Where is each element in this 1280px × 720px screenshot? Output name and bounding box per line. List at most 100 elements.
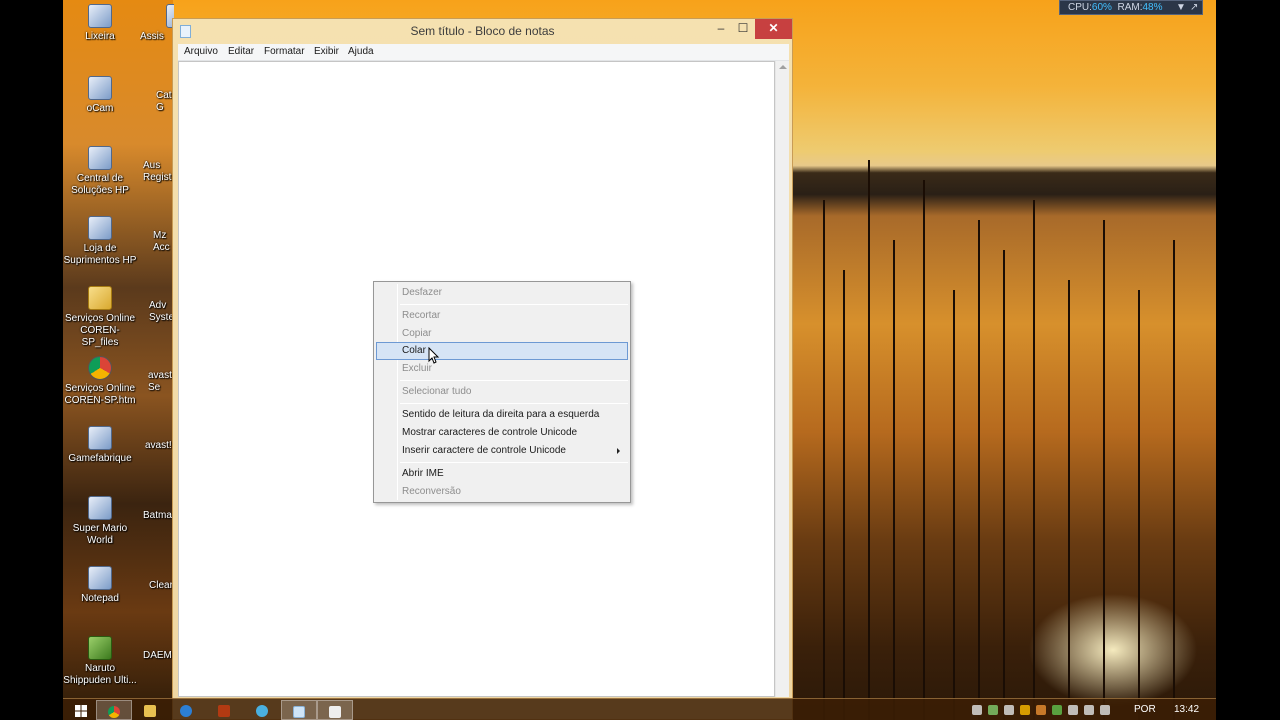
taskbar-notepad[interactable] [281,700,317,720]
ctx-item-copiar[interactable]: Copiar [376,325,628,343]
menu-separator [400,380,628,381]
desktop-icon-label: Assis [140,31,164,42]
task-icon [329,705,341,718]
desktop-icon-hp-supplies[interactable]: Loja de Suprimentos HP [62,216,138,267]
desktop-icon-label: avast! [145,440,172,451]
minimize-button[interactable]: – [711,19,731,39]
context-menu: Desfazer Recortar Copiar Colar Excluir S… [373,281,631,503]
system-tray: POR 13:42 [966,699,1216,720]
hp-solution-center-icon [88,146,112,170]
taskbar-ie[interactable] [168,700,204,720]
scroll-up-icon[interactable] [779,65,787,69]
taskbar-media-center[interactable] [244,700,280,720]
naruto-icon [88,636,112,660]
menu-separator [400,403,628,404]
ctx-item-rtl-reading[interactable]: Sentido de leitura da direita para a esq… [376,406,628,424]
desktop-icon-recycle-bin[interactable]: Lixeira [62,4,138,43]
desktop-icon-hp-solution-center[interactable]: Central de Soluções HP [62,146,138,197]
desktop-icon-label: oCam [86,103,114,114]
language-indicator[interactable]: POR [1134,704,1156,715]
ctx-item-excluir[interactable]: Excluir [376,360,628,378]
desktop-icon-partial[interactable]: Clear [149,580,173,592]
desktop-icon-label: Lixeira [85,31,115,42]
ctx-item-selecionar-tudo[interactable]: Selecionar tudo [376,383,628,401]
file-explorer-icon [144,704,156,717]
flag-icon[interactable] [1084,705,1094,715]
dropdown-arrow-icon[interactable]: ▼ [1176,1,1186,14]
signal-icon[interactable] [1068,705,1078,715]
title-bar[interactable]: Sem título - Bloco de notas – ☐ ✕ [173,19,792,44]
window-title: Sem título - Bloco de notas [410,24,555,38]
close-button[interactable]: ✕ [755,19,792,39]
expand-icon[interactable]: ↗ [1190,1,1198,14]
windows-flag-icon[interactable] [972,705,982,715]
ctx-item-reconversao[interactable]: Reconversão [376,483,628,501]
desktop-icon-label: Cat G [156,90,172,113]
ocam-icon [88,76,112,100]
desktop-icon-partial[interactable]: avast! [145,440,173,452]
desktop-icon-label: Notepad [81,593,119,604]
desktop-icon-partial[interactable]: Assis [140,4,174,43]
menu-editar[interactable]: Editar [228,46,254,57]
desktop-icon-coren-folder[interactable]: Serviços Online COREN-SP_files [62,286,138,349]
desktop-icon-label: avast Se [148,370,172,393]
desktop-icon-label: Naruto Shippuden Ulti... [63,663,137,686]
menu-bar: Arquivo Editar Formatar Exibir Ajuda [178,44,789,61]
desktop-icon-gamefabrique[interactable]: Gamefabrique [62,426,138,465]
desktop-icon-naruto[interactable]: Naruto Shippuden Ulti... [62,636,138,687]
media-icon [218,704,230,717]
tray-app-icon[interactable] [988,705,998,715]
ie-icon [180,704,192,717]
maximize-button[interactable]: ☐ [733,19,753,39]
volume-icon[interactable] [1100,705,1110,715]
desktop-icon-label: Loja de Suprimentos HP [63,243,137,266]
desktop-icon-partial[interactable]: Aus Regist [143,160,173,184]
menu-exibir[interactable]: Exibir [314,46,339,57]
taskbar: POR 13:42 [63,698,1216,720]
ram-label: RAM: [1117,2,1143,13]
desktop-icon-notepad[interactable]: Notepad [62,566,138,605]
desktop-icon-label: Aus Regist [143,160,172,183]
desktop-icon-label: Adv Syste [149,300,173,323]
menu-formatar[interactable]: Formatar [264,46,305,57]
desktop-icon-super-mario-world[interactable]: Super Mario World [62,496,138,547]
ctx-item-insert-unicode[interactable]: Inserir caractere de controle Unicode [376,442,628,460]
safe-remove-icon[interactable] [1052,705,1062,715]
desktop-icon-partial[interactable]: Mz Acc [153,230,173,254]
ctx-item-label: Inserir caractere de controle Unicode [402,445,566,456]
desktop-icon-label: Gamefabrique [68,453,132,464]
taskbar-file-explorer[interactable] [132,700,168,720]
cpu-label: CPU: [1068,2,1092,13]
desktop-icon-partial[interactable]: Adv Syste [149,300,173,324]
submenu-arrow-icon [617,448,620,454]
desktop-icon-partial[interactable]: Batma [143,510,173,522]
desktop-icon-label: Clear [149,580,173,591]
ctx-item-abrir-ime[interactable]: Abrir IME [376,465,628,483]
chrome-tray-icon[interactable] [1020,705,1030,715]
mouse-cursor-icon [428,347,440,364]
menu-arquivo[interactable]: Arquivo [184,46,218,57]
desktop-icon-partial[interactable]: avast Se [148,370,173,394]
notepad-icon [293,705,305,718]
recycle-bin-icon [88,4,112,28]
taskbar-task[interactable] [317,700,353,720]
clock[interactable]: 13:42 [1174,704,1199,715]
hp-supplies-store-icon [88,216,112,240]
ctx-item-colar[interactable]: Colar [376,342,628,360]
avast-icon[interactable] [1036,705,1046,715]
ctx-item-show-unicode[interactable]: Mostrar caracteres de controle Unicode [376,424,628,442]
taskbar-media[interactable] [206,700,242,720]
taskbar-chrome[interactable] [96,700,132,720]
super-mario-world-icon [88,496,112,520]
ram-value: 48% [1142,2,1163,13]
desktop-icon-partial[interactable]: DAEM [143,650,173,662]
ctx-item-recortar[interactable]: Recortar [376,307,628,325]
vertical-scrollbar[interactable] [775,61,789,697]
desktop-icon-ocam[interactable]: oCam [62,76,138,115]
desktop-icon-coren-htm[interactable]: Serviços Online COREN-SP.htm [62,356,138,407]
menu-ajuda[interactable]: Ajuda [348,46,374,57]
ctx-item-desfazer[interactable]: Desfazer [376,284,628,302]
performance-meter: CPU:60% RAM:48% ▼ ↗ [1059,0,1203,15]
start-button[interactable] [63,700,99,720]
network-icon[interactable] [1004,705,1014,715]
